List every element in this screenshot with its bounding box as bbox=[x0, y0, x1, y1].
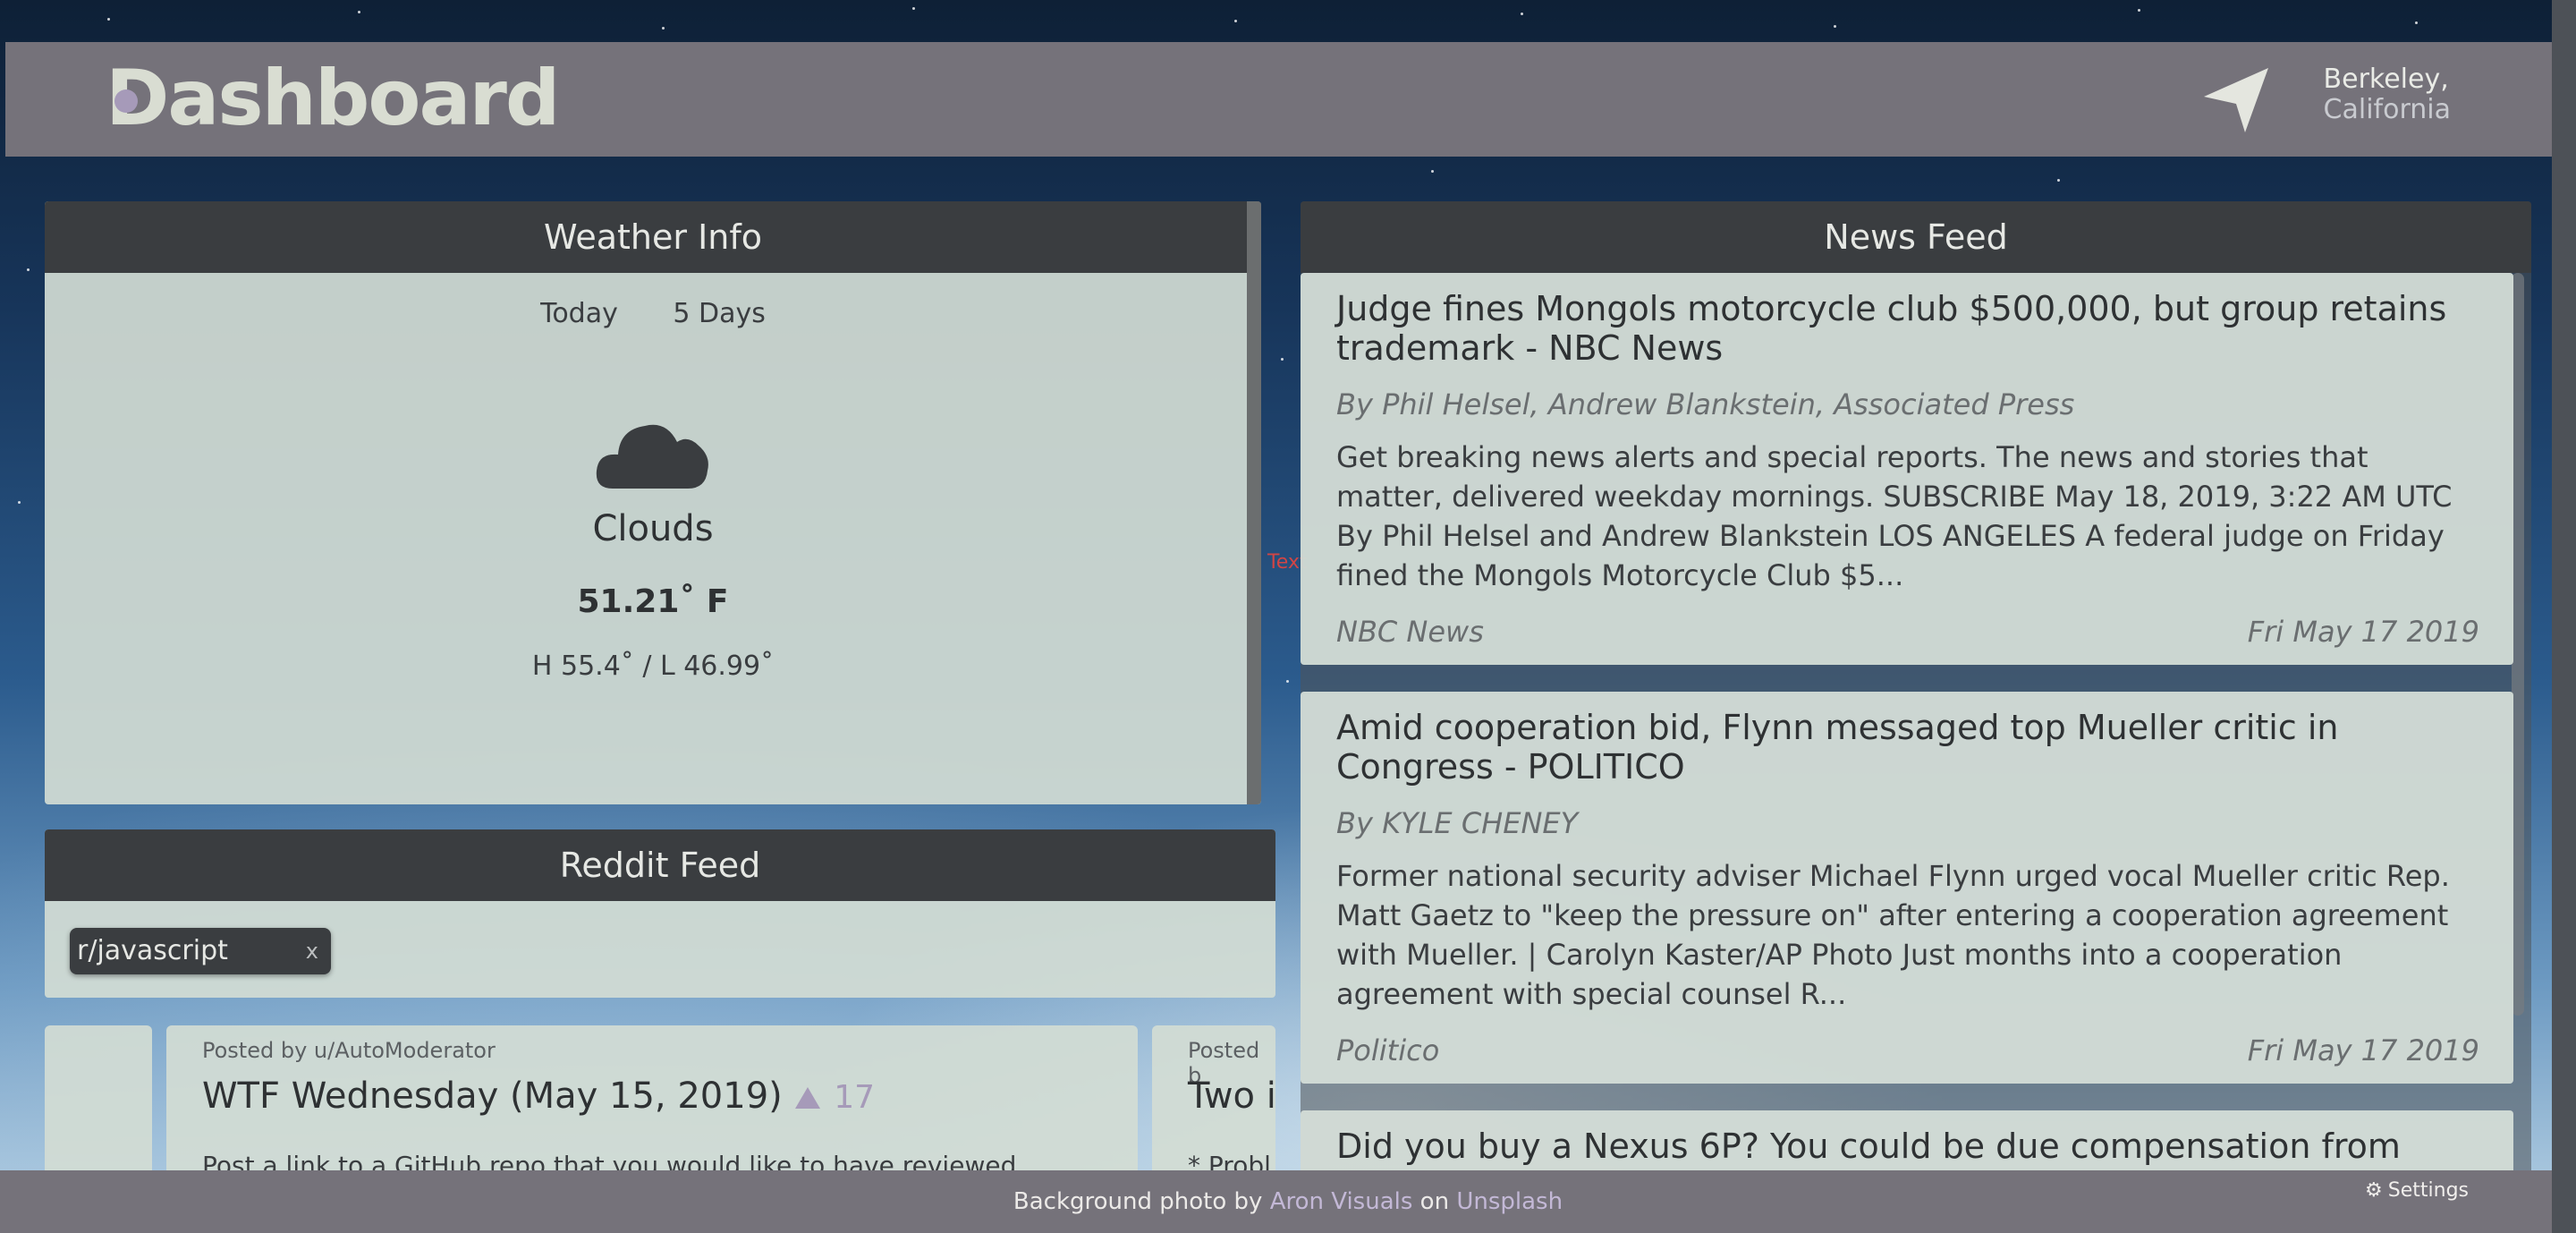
weather-temperature: 51.21˚ F bbox=[577, 583, 729, 620]
weather-panel: Weather Info Today 5 Days Clouds 51.21˚ … bbox=[45, 201, 1261, 804]
footer: Background photo by Aron Visuals on Unsp… bbox=[0, 1170, 2576, 1233]
reddit-post-score: 17 bbox=[834, 1079, 875, 1116]
subreddit-chip-close[interactable]: x bbox=[306, 928, 318, 974]
weather-tabs: Today 5 Days bbox=[45, 298, 1261, 329]
article-description: Former national security adviser Michael… bbox=[1336, 859, 2450, 1011]
reddit-post-title-partial: Two i bbox=[1188, 1076, 1275, 1117]
credit-mid: on bbox=[1412, 1188, 1457, 1215]
news-article[interactable]: Judge fines Mongols motorcycle club $500… bbox=[1301, 273, 2513, 665]
news-article[interactable]: Amid cooperation bid, Flynn messaged top… bbox=[1301, 692, 2513, 1084]
tab-5-days[interactable]: 5 Days bbox=[673, 298, 766, 329]
navigation-arrow-icon bbox=[2204, 68, 2268, 132]
gear-icon: ⚙ bbox=[2365, 1179, 2383, 1202]
weather-scrollbar[interactable] bbox=[1247, 201, 1261, 804]
article-title[interactable]: Judge fines Mongols motorcycle club $500… bbox=[1336, 289, 2478, 368]
page-scrollbar[interactable] bbox=[2552, 0, 2576, 1233]
photo-credit: Background photo by Aron Visuals on Unsp… bbox=[0, 1188, 2576, 1215]
location[interactable]: Berkeley, California bbox=[2324, 64, 2451, 125]
credit-prefix: Background photo by bbox=[1013, 1188, 1270, 1215]
reddit-post-meta: Posted by u/AutoModerator bbox=[202, 1038, 496, 1063]
news-scrollbar[interactable] bbox=[2512, 273, 2524, 1016]
article-title[interactable]: Amid cooperation bid, Flynn messaged top… bbox=[1336, 708, 2478, 787]
reddit-post-title: WTF Wednesday (May 15, 2019) 17 bbox=[202, 1076, 875, 1117]
logo-text: Dashboard bbox=[106, 54, 560, 143]
subreddit-chip-label: r/javascript bbox=[77, 935, 228, 966]
weather-condition: Clouds bbox=[592, 508, 714, 549]
reddit-panel-title: Reddit Feed bbox=[45, 829, 1275, 901]
article-author: By KYLE CHENEY bbox=[1336, 806, 1579, 840]
article-source: Politico bbox=[1336, 1033, 1440, 1067]
location-city: Berkeley, bbox=[2323, 64, 2449, 95]
article-source: NBC News bbox=[1336, 615, 1484, 649]
article-date: Fri May 17 2019 bbox=[2247, 615, 2479, 649]
location-state: California bbox=[2323, 94, 2451, 125]
upvote-icon[interactable] bbox=[793, 1085, 822, 1110]
article-author: By Phil Helsel, Andrew Blankstein, Assoc… bbox=[1336, 387, 2075, 421]
reddit-panel: Reddit Feed r/javascript x bbox=[45, 829, 1275, 998]
article-title[interactable]: Did you buy a Nexus 6P? You could be due… bbox=[1336, 1127, 2478, 1166]
logo-dot bbox=[114, 89, 138, 113]
settings-label: Settings bbox=[2387, 1179, 2469, 1202]
credit-author-link[interactable]: Aron Visuals bbox=[1270, 1188, 1413, 1215]
tab-today[interactable]: Today bbox=[540, 298, 618, 329]
news-panel-title: News Feed bbox=[1301, 201, 2531, 273]
news-panel: News Feed Judge fines Mongols motorcycle… bbox=[1301, 201, 2531, 1186]
cloud-icon bbox=[596, 424, 708, 489]
dashboard-logo: Dashboard bbox=[106, 54, 560, 143]
article-description: Get breaking news alerts and special rep… bbox=[1336, 440, 2453, 592]
settings-button[interactable]: ⚙ Settings bbox=[2365, 1179, 2469, 1202]
weather-panel-title: Weather Info bbox=[45, 201, 1261, 273]
weather-high-low: H 55.4˚ / L 46.99˚ bbox=[531, 651, 775, 682]
article-date: Fri May 17 2019 bbox=[2247, 1033, 2479, 1067]
reddit-post-title-text: WTF Wednesday (May 15, 2019) bbox=[202, 1076, 783, 1117]
unsplash-link[interactable]: Unsplash bbox=[1456, 1188, 1563, 1215]
subreddit-chip[interactable]: r/javascript x bbox=[70, 928, 331, 974]
